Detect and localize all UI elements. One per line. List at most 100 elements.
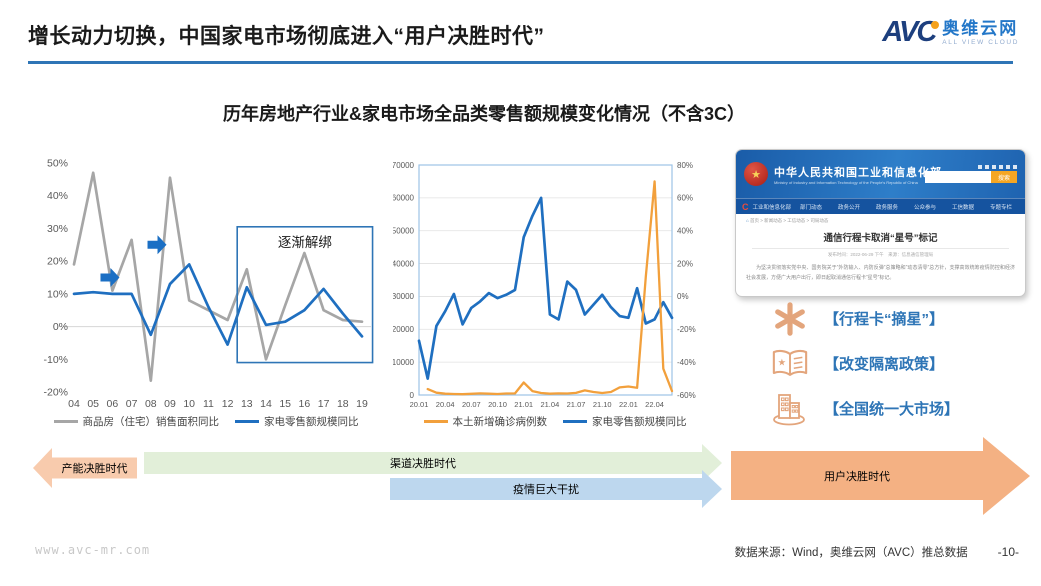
covid-appliance-chart-legend: 本土新增确诊病例数 家电零售额规模同比 xyxy=(393,414,717,429)
legend-dash-blue2 xyxy=(563,420,587,423)
miit-nav-item: 部门动态 xyxy=(793,203,829,211)
svg-text:21.04: 21.04 xyxy=(540,400,559,409)
bullet-label-policy: 【改变隔离政策】 xyxy=(824,353,944,374)
avc-logo: AVC 奥维云网 ALL VIEW CLOUD xyxy=(882,18,1019,47)
unified-market-icon xyxy=(768,391,812,427)
miit-site-name: 中华人民共和国工业和信息化部 xyxy=(774,164,919,180)
svg-text:09: 09 xyxy=(164,398,176,410)
logo-name-en: ALL VIEW CLOUD xyxy=(942,39,1019,46)
svg-text:40%: 40% xyxy=(677,227,693,236)
miit-nav-bar: C 工业和信息化部部门动态政务公开政务服务公众参与工信数据专题专栏 xyxy=(736,198,1025,214)
header-mini-icon xyxy=(992,165,996,169)
miit-nav-item: 政务服务 xyxy=(869,203,905,211)
legend-label-covid: 本土新增确诊病例数 xyxy=(453,414,548,429)
svg-text:-40%: -40% xyxy=(677,358,696,367)
miit-site-titles: 中华人民共和国工业和信息化部 Ministry of Industry and … xyxy=(774,164,919,185)
svg-text:21.10: 21.10 xyxy=(593,400,612,409)
svg-text:20000: 20000 xyxy=(393,325,415,334)
legend-dash-orange xyxy=(424,420,448,423)
bullet-row-policy: ★ 【改变隔离政策】 xyxy=(768,341,1030,386)
svg-text:17: 17 xyxy=(318,398,330,410)
covid-disruption-label: 疫情巨大干扰 xyxy=(390,478,702,500)
miit-nav-item: 工信数据 xyxy=(945,203,981,211)
svg-text:逐渐解绑: 逐渐解绑 xyxy=(278,235,332,250)
channel-era-label: 渠道决胜时代 xyxy=(144,452,702,474)
svg-text:18: 18 xyxy=(337,398,349,410)
svg-text:30%: 30% xyxy=(47,223,68,235)
svg-text:70000: 70000 xyxy=(393,161,415,170)
svg-text:06: 06 xyxy=(107,398,119,410)
svg-text:10%: 10% xyxy=(47,288,68,300)
miit-nav-item: 专题专栏 xyxy=(983,203,1019,211)
miit-article-divider xyxy=(752,248,1009,249)
svg-text:0%: 0% xyxy=(677,292,689,301)
capacity-era-label: 产能决胜时代 xyxy=(52,457,137,479)
housing-appliance-chart-plot: 50%40%30%20%10%0%-10%-20%040506070809101… xyxy=(25,150,387,412)
miit-header-links-icons xyxy=(978,165,1017,169)
miit-nav-item: 政务公开 xyxy=(831,203,867,211)
legend-item-housing: 商品房（住宅）销售面积同比 xyxy=(54,414,220,429)
policy-bullets: 【行程卡“摘星”】 ★ 【改变隔离政策】 xyxy=(768,296,1030,431)
svg-text:-20%: -20% xyxy=(677,325,696,334)
legend-dash-gray xyxy=(54,420,78,423)
footer-right: 数据来源：Wind，奥维云网（AVC）推总数据 -10- xyxy=(735,544,1019,560)
miit-nav-item: 公众参与 xyxy=(907,203,943,211)
svg-text:50000: 50000 xyxy=(393,227,415,236)
miit-c-logo-icon: C xyxy=(742,202,749,212)
legend-dash-blue xyxy=(235,420,259,423)
page-number: -10- xyxy=(998,545,1019,559)
svg-text:22.04: 22.04 xyxy=(645,400,664,409)
data-source-note: 数据来源：Wind，奥维云网（AVC）推总数据 xyxy=(735,544,968,560)
avc-logo-abbr: AVC xyxy=(882,18,935,47)
national-emblem-icon: ★ xyxy=(744,162,768,186)
covid-appliance-chart-plot: 70000600005000040000300002000010000080%6… xyxy=(393,150,717,412)
svg-text:40000: 40000 xyxy=(393,259,415,268)
svg-text:20.07: 20.07 xyxy=(462,400,481,409)
miit-article-meta: 发布时间：2022-06-29 下午 来源：信息通信管理局 xyxy=(746,252,1015,258)
svg-text:60000: 60000 xyxy=(393,194,415,203)
svg-text:21.01: 21.01 xyxy=(514,400,533,409)
svg-text:21.07: 21.07 xyxy=(567,400,586,409)
svg-text:50%: 50% xyxy=(47,158,68,170)
svg-text:22.01: 22.01 xyxy=(619,400,638,409)
avc-logo-text: AVC xyxy=(882,16,935,48)
miit-article-area: ⌂ 首页 > 新闻动态 > 工信动态 > 司局动态 通信行程卡取消“星号”标记 … xyxy=(736,214,1025,283)
svg-text:08: 08 xyxy=(145,398,157,410)
svg-text:-10%: -10% xyxy=(43,354,68,366)
user-era-label: 用户决胜时代 xyxy=(731,451,983,500)
miit-search-bar: 搜索 xyxy=(925,171,1017,183)
miit-search-button: 搜索 xyxy=(991,171,1017,183)
miit-search-input xyxy=(925,171,991,183)
logo-name-cn: 奥维云网 xyxy=(942,19,1019,39)
miit-article-title: 通信行程卡取消“星号”标记 xyxy=(746,230,1015,244)
miit-breadcrumb-text: 首页 > 新闻动态 > 工信动态 > 司局动态 xyxy=(750,218,828,223)
bullet-row-market: 【全国统一大市场】 xyxy=(768,386,1030,431)
page-title: 增长动力切换，中国家电市场彻底进入“用户决胜时代” xyxy=(28,20,545,50)
svg-text:13: 13 xyxy=(241,398,253,410)
svg-text:-60%: -60% xyxy=(677,391,696,400)
svg-text:20%: 20% xyxy=(47,256,68,268)
svg-text:15: 15 xyxy=(279,398,291,410)
svg-text:20.04: 20.04 xyxy=(436,400,455,409)
svg-text:0%: 0% xyxy=(53,321,68,333)
slide: 增长动力切换，中国家电市场彻底进入“用户决胜时代” AVC 奥维云网 ALL V… xyxy=(0,0,1041,586)
miit-article-body: 为坚决贯彻落实党中央、国务院关于“外防输入、内防反弹”总策略和“动态清零”总方针… xyxy=(746,264,1015,283)
svg-text:10: 10 xyxy=(183,398,195,410)
header-mini-icon xyxy=(978,165,982,169)
site-url: www.avc-mr.com xyxy=(35,543,150,557)
svg-text:80%: 80% xyxy=(677,161,693,170)
svg-text:60%: 60% xyxy=(677,194,693,203)
miit-site-name-en: Ministry of Industry and Information Tec… xyxy=(774,180,919,185)
svg-text:20.01: 20.01 xyxy=(410,400,429,409)
legend-item-covid: 本土新增确诊病例数 xyxy=(424,414,548,429)
legend-item-appliance: 家电零售额规模同比 xyxy=(235,414,359,429)
svg-text:0: 0 xyxy=(410,391,415,400)
svg-text:14: 14 xyxy=(260,398,272,410)
svg-text:12: 12 xyxy=(222,398,234,410)
housing-appliance-chart: 50%40%30%20%10%0%-10%-20%040506070809101… xyxy=(25,150,387,429)
logo-orange-dot-icon xyxy=(931,21,939,29)
header-mini-icon xyxy=(999,165,1003,169)
miit-breadcrumb: ⌂ 首页 > 新闻动态 > 工信动态 > 司局动态 xyxy=(746,218,1015,224)
svg-text:05: 05 xyxy=(87,398,99,410)
svg-text:40%: 40% xyxy=(47,190,68,202)
